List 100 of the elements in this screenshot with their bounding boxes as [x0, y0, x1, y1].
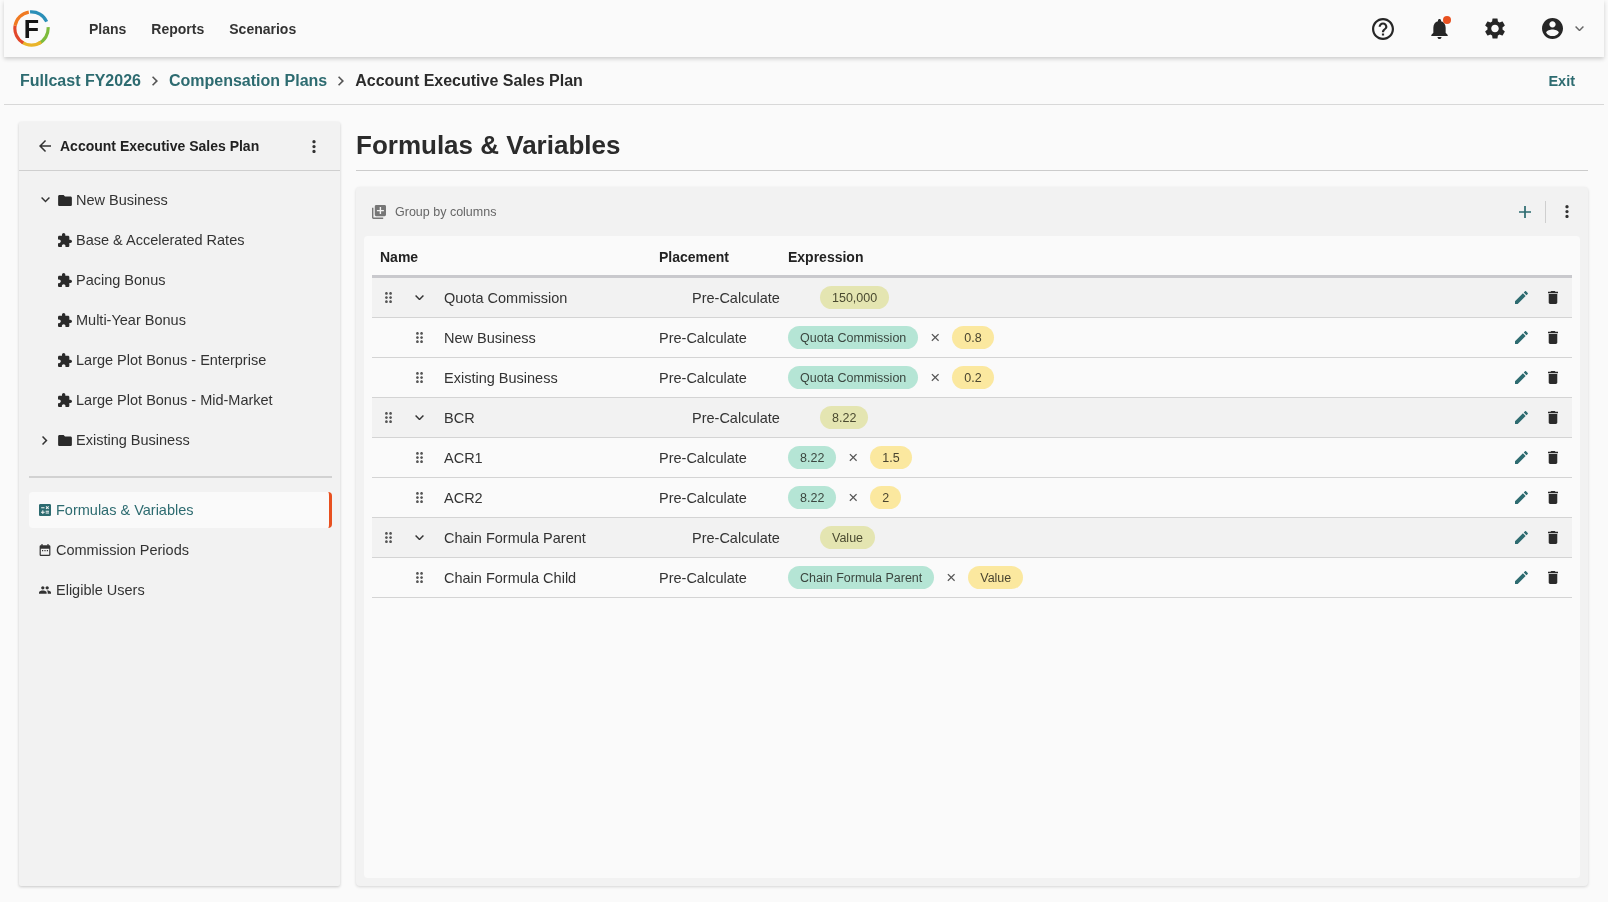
- caret-down-icon[interactable]: [1575, 25, 1584, 32]
- tree-item[interactable]: Existing Business: [58, 432, 190, 448]
- ring-logo-icon[interactable]: [13, 10, 50, 47]
- delete-icon[interactable]: [1548, 371, 1558, 384]
- sidebar-nav-item[interactable]: Eligible Users: [29, 572, 332, 608]
- value-chip: 150,000: [820, 286, 890, 309]
- column-header: Name: [380, 248, 419, 265]
- puzzle-icon: [58, 313, 72, 327]
- operator-sign: ×: [946, 569, 957, 586]
- placement-text: Pre-Calculate: [692, 409, 780, 426]
- tree-item[interactable]: Large Plot Bonus - Enterprise: [58, 352, 267, 368]
- edit-icon[interactable]: [1515, 491, 1528, 504]
- sidebar-nav-item[interactable]: Formulas & Variables: [29, 492, 332, 528]
- chevron-down-icon[interactable]: [40, 197, 50, 203]
- drag-handle-icon[interactable]: [415, 492, 423, 503]
- chevron-down-icon[interactable]: [414, 534, 424, 541]
- sidebar-nav-item[interactable]: Commission Periods: [29, 532, 332, 568]
- value-chip: Value: [820, 526, 876, 549]
- reference-chip: Quota Commission: [788, 366, 919, 389]
- puzzle-icon: [58, 233, 72, 247]
- column-header: Placement: [659, 248, 730, 265]
- drag-handle-icon[interactable]: [384, 292, 392, 303]
- more-options-icon[interactable]: [312, 139, 316, 153]
- calculator-icon: [39, 504, 51, 516]
- operator-sign: ×: [848, 449, 859, 466]
- edit-icon[interactable]: [1515, 531, 1528, 544]
- variable-name: ACR1: [444, 449, 483, 466]
- puzzle-icon: [58, 353, 72, 367]
- reference-chip: 8.22: [788, 486, 837, 509]
- chevron-down-icon[interactable]: [414, 294, 424, 301]
- constant-chip: 0.2: [952, 366, 994, 389]
- placement-text: Pre-Calculate: [659, 329, 747, 346]
- variable-name: BCR: [444, 409, 475, 426]
- constant-chip: 1.5: [870, 446, 912, 469]
- variable-name: Existing Business: [444, 369, 558, 386]
- tree-item[interactable]: Large Plot Bonus - Mid-Market: [58, 392, 273, 408]
- reference-chip: Chain Formula Parent: [788, 566, 935, 589]
- nav-link[interactable]: Reports: [151, 20, 205, 37]
- variable-name: New Business: [444, 329, 536, 346]
- breadcrumb-link[interactable]: Compensation Plans: [168, 71, 328, 90]
- delete-icon[interactable]: [1548, 531, 1558, 544]
- chevron-right-icon[interactable]: [42, 435, 48, 445]
- edit-icon[interactable]: [1515, 331, 1528, 344]
- constant-chip: 2: [870, 486, 902, 509]
- edit-icon[interactable]: [1515, 571, 1528, 584]
- edit-icon[interactable]: [1515, 371, 1528, 384]
- calendar-icon: [39, 544, 51, 556]
- plan-title: Account Executive Sales Plan: [60, 138, 260, 154]
- edit-icon[interactable]: [1515, 451, 1528, 464]
- add-icon[interactable]: [1519, 205, 1531, 218]
- constant-chip: Value: [968, 566, 1024, 589]
- delete-icon[interactable]: [1548, 451, 1558, 464]
- breadcrumb-link[interactable]: Fullcast FY2026: [20, 71, 141, 90]
- delete-icon[interactable]: [1548, 411, 1558, 424]
- operator-sign: ×: [930, 329, 941, 346]
- reference-chip: Quota Commission: [788, 326, 919, 349]
- variable-name: ACR2: [444, 489, 483, 506]
- delete-icon[interactable]: [1548, 571, 1558, 584]
- variable-name: Chain Formula Parent: [444, 529, 586, 546]
- puzzle-icon: [58, 273, 72, 287]
- bell-icon[interactable]: [1431, 18, 1448, 39]
- drag-handle-icon[interactable]: [415, 572, 423, 583]
- drag-handle-icon[interactable]: [415, 332, 423, 343]
- drag-handle-icon[interactable]: [415, 372, 423, 383]
- value-chip: 8.22: [820, 406, 869, 429]
- tree-item[interactable]: Multi-Year Bonus: [58, 312, 186, 328]
- more-options-icon[interactable]: [1565, 205, 1569, 218]
- exit-link[interactable]: Exit: [1548, 72, 1575, 89]
- placement-text: Pre-Calculate: [692, 529, 780, 546]
- delete-icon[interactable]: [1548, 331, 1558, 344]
- reference-chip: 8.22: [788, 446, 837, 469]
- tree-item[interactable]: Base & Accelerated Rates: [58, 232, 245, 248]
- drag-handle-icon[interactable]: [384, 532, 392, 543]
- variable-name: Chain Formula Child: [444, 569, 577, 586]
- constant-chip: 0.8: [952, 326, 994, 349]
- placement-text: Pre-Calculate: [659, 569, 747, 586]
- chevron-right-icon: [151, 75, 158, 86]
- current-page-name: Account Executive Sales Plan: [355, 71, 583, 90]
- page-title: Formulas & Variables: [356, 130, 621, 162]
- drag-handle-icon[interactable]: [384, 412, 392, 423]
- logo-letter: F: [23, 16, 40, 41]
- placement-text: Pre-Calculate: [659, 449, 747, 466]
- nav-link[interactable]: Plans: [89, 20, 127, 37]
- delete-icon[interactable]: [1548, 491, 1558, 504]
- help-icon[interactable]: [1372, 17, 1394, 40]
- delete-icon[interactable]: [1548, 291, 1558, 304]
- edit-icon[interactable]: [1515, 411, 1528, 424]
- placement-text: Pre-Calculate: [659, 369, 747, 386]
- chevron-down-icon[interactable]: [414, 414, 424, 421]
- edit-icon[interactable]: [1515, 291, 1528, 304]
- group-by-button[interactable]: Group by columns: [372, 204, 497, 219]
- drag-handle-icon[interactable]: [415, 452, 423, 463]
- chevron-right-icon: [338, 75, 345, 86]
- avatar-icon[interactable]: [1542, 18, 1563, 39]
- nav-link[interactable]: Scenarios: [229, 20, 297, 37]
- tree-item[interactable]: Pacing Bonus: [58, 272, 166, 288]
- operator-sign: ×: [848, 489, 859, 506]
- back-arrow-icon[interactable]: [39, 140, 51, 152]
- settings-icon[interactable]: [1485, 18, 1505, 39]
- tree-item[interactable]: New Business: [58, 192, 168, 208]
